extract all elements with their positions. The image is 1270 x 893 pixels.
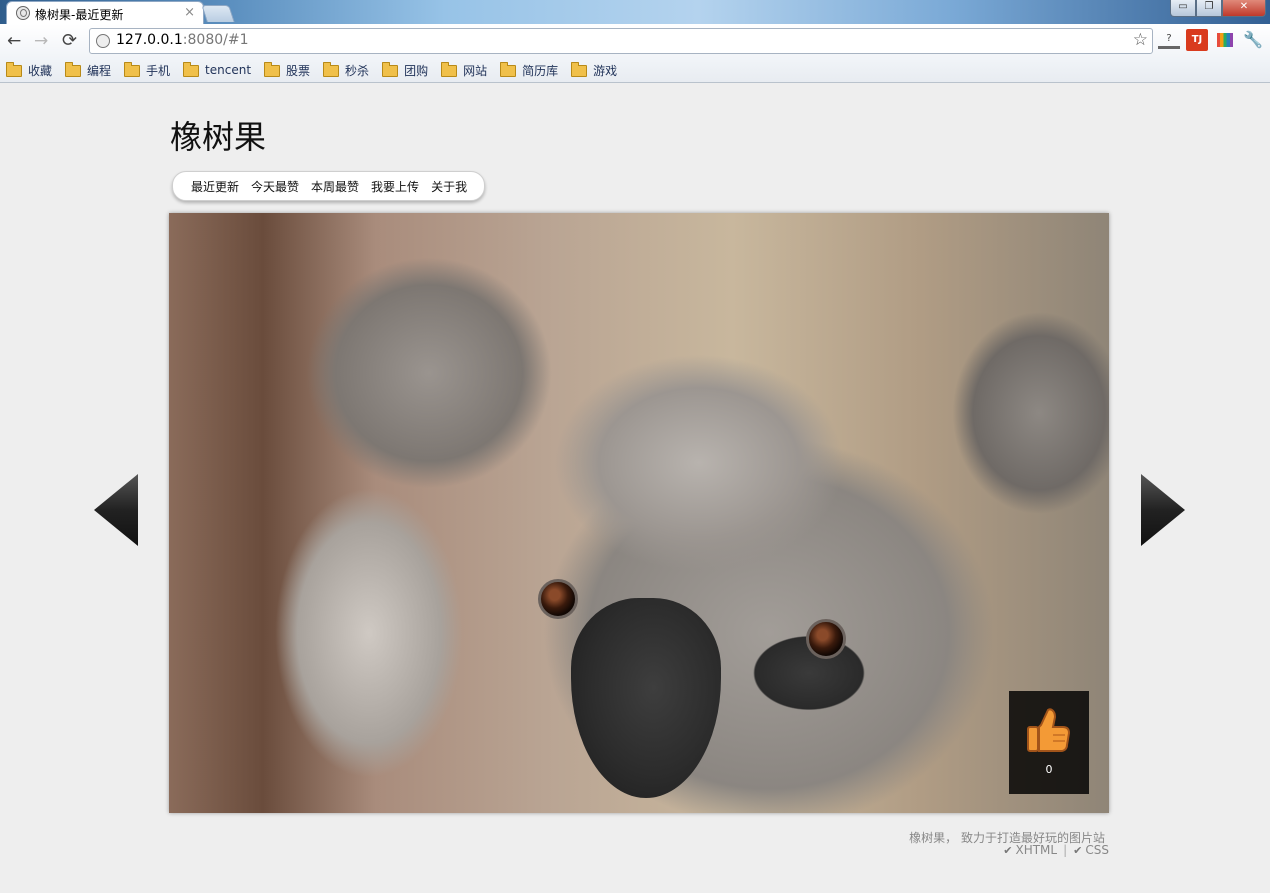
forward-icon[interactable]: → bbox=[34, 31, 48, 51]
bookmark-item[interactable]: 简历库 bbox=[500, 62, 558, 79]
bookmark-label: 团购 bbox=[404, 63, 429, 78]
address-bar[interactable]: 127.0.0.1:8080/#1 ☆ bbox=[89, 28, 1153, 54]
footer-validators: ✔ XHTML | ✔ CSS bbox=[1003, 843, 1109, 857]
bookmark-label: tencent bbox=[205, 63, 252, 77]
thumbs-up-icon bbox=[1027, 708, 1071, 752]
back-icon[interactable]: ← bbox=[7, 31, 21, 51]
bookmark-item[interactable]: 网站 bbox=[441, 62, 487, 79]
css-link[interactable]: CSS bbox=[1085, 843, 1109, 857]
bookmark-label: 简历库 bbox=[522, 63, 559, 78]
footer-separator: | bbox=[1063, 843, 1068, 857]
bookmark-label: 秒杀 bbox=[345, 63, 370, 78]
folder-icon bbox=[323, 62, 340, 77]
bookmark-item[interactable]: 秒杀 bbox=[323, 62, 369, 79]
folder-icon bbox=[264, 62, 281, 77]
main-nav: 最近更新 今天最赞 本周最赞 我要上传 关于我 bbox=[172, 171, 486, 201]
tab-title: 橡树果-最近更新 bbox=[35, 8, 124, 22]
url-host: 127.0.0.1 bbox=[116, 32, 183, 48]
wrench-icon[interactable]: 🔧 bbox=[1242, 29, 1264, 51]
bookmark-item[interactable]: 编程 bbox=[65, 62, 111, 79]
next-arrow-icon[interactable] bbox=[1139, 472, 1187, 548]
maximize-button[interactable]: ❐ bbox=[1196, 0, 1222, 17]
bookmark-item[interactable]: tencent bbox=[183, 62, 252, 77]
like-count: 0 bbox=[1045, 763, 1053, 776]
window-controls: ▭ ❐ ✕ bbox=[1170, 0, 1266, 18]
url-path: :8080/#1 bbox=[182, 32, 249, 48]
koala-eye-left bbox=[538, 579, 578, 619]
bookmark-item[interactable]: 团购 bbox=[382, 62, 428, 79]
bookmark-label: 游戏 bbox=[593, 63, 618, 78]
help-icon[interactable]: ? bbox=[1158, 32, 1180, 49]
extension-icons: ? TJ 🔧 bbox=[1158, 29, 1264, 51]
bookmark-item[interactable]: 手机 bbox=[124, 62, 170, 79]
bookmark-label: 编程 bbox=[87, 63, 112, 78]
new-tab-button[interactable] bbox=[201, 5, 235, 22]
folder-icon bbox=[441, 62, 458, 77]
bookmark-label: 收藏 bbox=[28, 63, 53, 78]
xhtml-link[interactable]: XHTML bbox=[1015, 843, 1057, 857]
bookmarks-bar: 收藏 编程 手机 tencent 股票 秒杀 团购 网站 简历库 游戏 bbox=[0, 58, 1270, 83]
browser-toolbar: ← → ⟳ 127.0.0.1:8080/#1 ☆ ? TJ 🔧 bbox=[0, 24, 1270, 58]
nav-item-upload[interactable]: 我要上传 bbox=[371, 178, 419, 195]
koala-eye-right bbox=[806, 619, 846, 659]
page-info-icon[interactable] bbox=[96, 34, 110, 48]
previous-arrow-icon[interactable] bbox=[92, 472, 140, 548]
like-button[interactable]: 0 bbox=[1009, 691, 1089, 794]
tab-close-icon[interactable]: × bbox=[184, 5, 195, 20]
bookmark-star-icon[interactable]: ☆ bbox=[1133, 30, 1148, 50]
folder-icon bbox=[124, 62, 141, 77]
folder-icon bbox=[571, 62, 588, 77]
bookmark-item[interactable]: 股票 bbox=[264, 62, 310, 79]
bookmark-label: 网站 bbox=[463, 63, 488, 78]
books-icon[interactable] bbox=[1217, 33, 1233, 47]
translate-icon[interactable]: TJ bbox=[1186, 29, 1208, 51]
nav-item-today-top[interactable]: 今天最赞 bbox=[251, 178, 299, 195]
bookmark-item[interactable]: 游戏 bbox=[571, 62, 617, 79]
folder-icon bbox=[65, 62, 82, 77]
browser-titlebar: 橡树果-最近更新 × ▭ ❐ ✕ bbox=[0, 0, 1270, 25]
nav-item-about[interactable]: 关于我 bbox=[431, 178, 467, 195]
nav-item-week-top[interactable]: 本周最赞 bbox=[311, 178, 359, 195]
koala-nose bbox=[571, 598, 721, 798]
site-title: 橡树果 bbox=[170, 118, 267, 156]
globe-icon bbox=[16, 6, 30, 20]
check-icon: ✔ bbox=[1073, 843, 1083, 857]
folder-icon bbox=[382, 62, 399, 77]
minimize-button[interactable]: ▭ bbox=[1170, 0, 1196, 17]
url-text[interactable]: 127.0.0.1:8080/#1 bbox=[116, 32, 249, 48]
check-icon: ✔ bbox=[1003, 843, 1013, 857]
nav-item-latest[interactable]: 最近更新 bbox=[191, 178, 239, 195]
folder-icon bbox=[6, 62, 22, 77]
bookmark-label: 股票 bbox=[286, 63, 311, 78]
browser-tab[interactable]: 橡树果-最近更新 × bbox=[6, 1, 204, 25]
close-window-button[interactable]: ✕ bbox=[1222, 0, 1266, 17]
folder-icon bbox=[500, 62, 517, 77]
reload-icon[interactable]: ⟳ bbox=[62, 31, 77, 51]
folder-icon bbox=[183, 62, 200, 77]
bookmark-item[interactable]: 收藏 bbox=[6, 62, 52, 79]
main-photo-koala[interactable]: 0 bbox=[169, 213, 1109, 813]
bookmark-label: 手机 bbox=[146, 63, 171, 78]
